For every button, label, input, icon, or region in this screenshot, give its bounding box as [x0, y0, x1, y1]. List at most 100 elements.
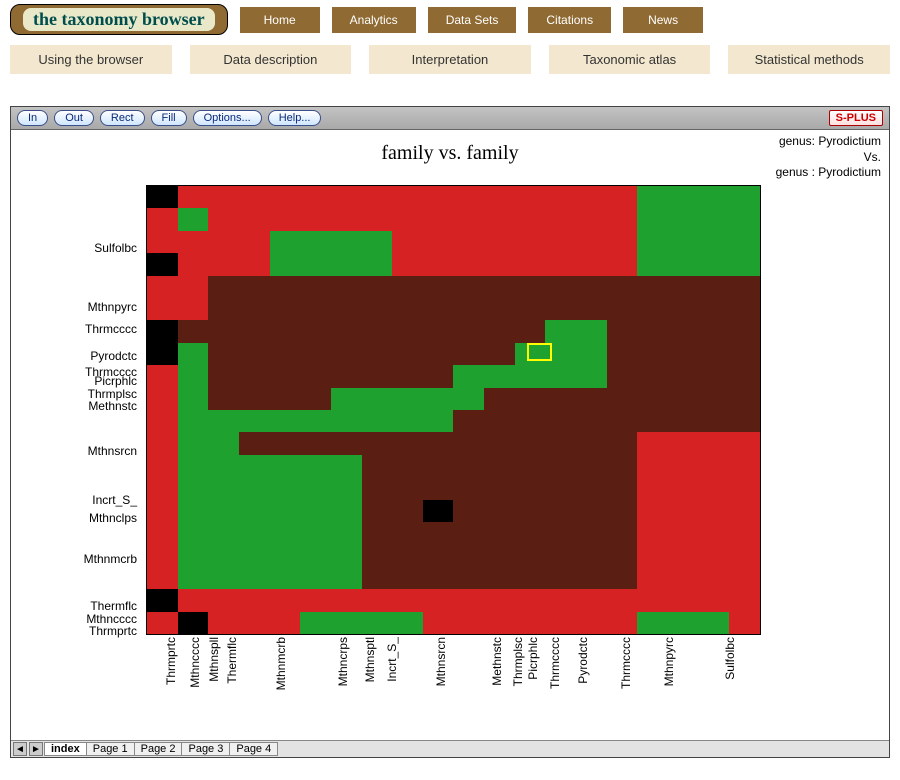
- subnav-datadesc[interactable]: Data description: [190, 45, 352, 74]
- heatmap-cell: [362, 567, 393, 589]
- heatmap-cell: [576, 276, 607, 298]
- heatmap-cell: [668, 365, 699, 387]
- heatmap-cell: [239, 522, 270, 544]
- zoom-out-button[interactable]: Out: [54, 110, 94, 126]
- page-tabs: ◄ ► index Page 1 Page 2 Page 3 Page 4: [11, 740, 889, 757]
- heatmap-cell: [147, 522, 178, 544]
- zoom-in-button[interactable]: In: [17, 110, 48, 126]
- heatmap-cell: [362, 544, 393, 566]
- help-button[interactable]: Help...: [268, 110, 322, 126]
- heatmap-cell: [515, 612, 546, 634]
- nav-analytics[interactable]: Analytics: [332, 7, 416, 33]
- heatmap-cell: [392, 589, 423, 611]
- heatmap-cell: [484, 208, 515, 230]
- heatmap-cell: [331, 455, 362, 477]
- heatmap-cell: [239, 388, 270, 410]
- rect-button[interactable]: Rect: [100, 110, 145, 126]
- heatmap-cell: [300, 500, 331, 522]
- heatmap-cell: [362, 455, 393, 477]
- heatmap[interactable]: [146, 185, 761, 635]
- heatmap-cell: [699, 388, 730, 410]
- heatmap-cell: [453, 208, 484, 230]
- tab-page-4[interactable]: Page 4: [229, 742, 278, 756]
- heatmap-cell: [208, 477, 239, 499]
- heatmap-cell: [699, 589, 730, 611]
- tab-scroll-left-icon[interactable]: ◄: [13, 742, 27, 756]
- x-tick-label: Sulfolbc: [723, 637, 737, 680]
- heatmap-cell: [576, 253, 607, 275]
- heatmap-cell: [147, 343, 178, 365]
- heatmap-cell: [484, 477, 515, 499]
- heatmap-cell: [270, 388, 301, 410]
- heatmap-cell: [392, 186, 423, 208]
- nav-home[interactable]: Home: [240, 7, 320, 33]
- heatmap-cell: [178, 612, 209, 634]
- heatmap-cell: [392, 567, 423, 589]
- heatmap-cell: [147, 410, 178, 432]
- heatmap-cell: [300, 388, 331, 410]
- options-button[interactable]: Options...: [193, 110, 262, 126]
- heatmap-cell: [392, 320, 423, 342]
- subnav-stats[interactable]: Statistical methods: [728, 45, 890, 74]
- tab-index[interactable]: index: [44, 742, 87, 756]
- heatmap-cell: [453, 410, 484, 432]
- heatmap-cell: [270, 544, 301, 566]
- heatmap-cell: [270, 365, 301, 387]
- heatmap-cell: [453, 455, 484, 477]
- heatmap-cell: [331, 388, 362, 410]
- heatmap-cell: [607, 432, 638, 454]
- x-tick-label: Methnstc: [490, 637, 504, 686]
- tab-page-1[interactable]: Page 1: [86, 742, 135, 756]
- tab-page-2[interactable]: Page 2: [134, 742, 183, 756]
- subnav-interpretation[interactable]: Interpretation: [369, 45, 531, 74]
- subnav-using[interactable]: Using the browser: [10, 45, 172, 74]
- heatmap-cell: [239, 231, 270, 253]
- nav-news[interactable]: News: [623, 7, 703, 33]
- heatmap-cell: [453, 298, 484, 320]
- heatmap-cell: [515, 208, 546, 230]
- heatmap-cell: [484, 186, 515, 208]
- heatmap-cell: [147, 589, 178, 611]
- heatmap-cell: [392, 612, 423, 634]
- heatmap-cell: [208, 388, 239, 410]
- heatmap-cell: [699, 567, 730, 589]
- x-tick-label: Mthnmcrb: [274, 637, 288, 690]
- heatmap-cell: [147, 500, 178, 522]
- fill-button[interactable]: Fill: [151, 110, 187, 126]
- heatmap-cell: [392, 522, 423, 544]
- heatmap-cell: [515, 320, 546, 342]
- x-tick-label: Thrmplsc: [511, 637, 525, 686]
- heatmap-cell: [607, 231, 638, 253]
- nav-datasets[interactable]: Data Sets: [428, 7, 517, 33]
- heatmap-cell: [392, 343, 423, 365]
- x-tick-label: Mthncrps: [336, 637, 350, 686]
- heatmap-cell: [576, 320, 607, 342]
- y-tick-label: Methnstc: [88, 399, 137, 413]
- heatmap-cell: [270, 208, 301, 230]
- heatmap-cell: [637, 567, 668, 589]
- heatmap-cell: [576, 231, 607, 253]
- heatmap-cell: [392, 500, 423, 522]
- heatmap-cell: [453, 589, 484, 611]
- heatmap-cell: [729, 388, 760, 410]
- subnav-atlas[interactable]: Taxonomic atlas: [549, 45, 711, 74]
- heatmap-cell: [392, 477, 423, 499]
- heatmap-cell: [270, 522, 301, 544]
- tab-scroll-right-icon[interactable]: ►: [29, 742, 43, 756]
- tab-page-3[interactable]: Page 3: [181, 742, 230, 756]
- heatmap-cell: [484, 298, 515, 320]
- heatmap-cell: [239, 320, 270, 342]
- heatmap-cell: [729, 589, 760, 611]
- heatmap-cell: [239, 544, 270, 566]
- heatmap-cell: [423, 455, 454, 477]
- heatmap-cell: [699, 298, 730, 320]
- heatmap-cell: [178, 253, 209, 275]
- nav-citations[interactable]: Citations: [528, 7, 611, 33]
- heatmap-cell: [331, 365, 362, 387]
- heatmap-cell: [576, 567, 607, 589]
- heatmap-cell: [576, 388, 607, 410]
- x-tick-label: Mthnpyrc: [662, 637, 676, 686]
- heatmap-cell: [607, 388, 638, 410]
- heatmap-cell: [484, 320, 515, 342]
- heatmap-cell: [637, 276, 668, 298]
